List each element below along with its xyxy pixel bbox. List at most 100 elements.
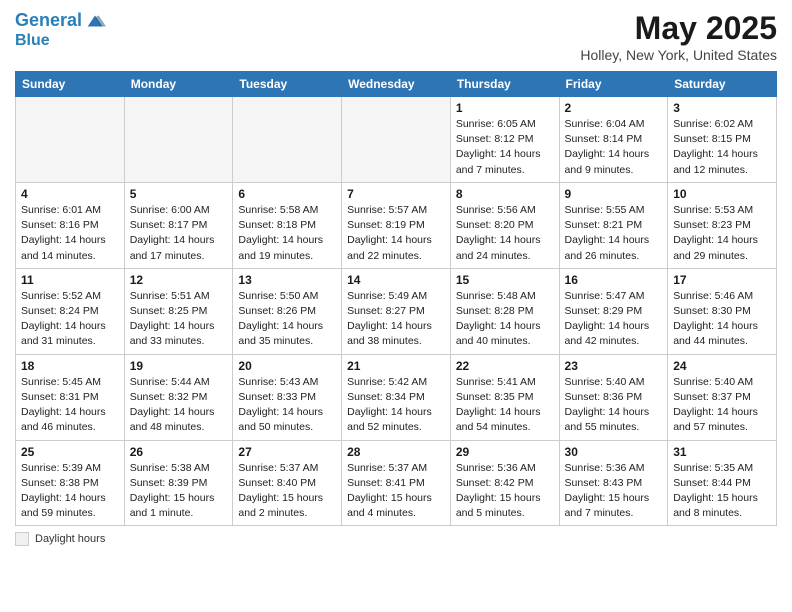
col-wednesday: Wednesday bbox=[342, 72, 451, 97]
table-row: 21 Sunrise: 5:42 AM Sunset: 8:34 PM Dayli… bbox=[342, 354, 451, 440]
cell-content: Sunrise: 5:43 AM Sunset: 8:33 PM Dayligh… bbox=[238, 375, 336, 436]
day-number: 29 bbox=[456, 445, 554, 459]
table-row: 16 Sunrise: 5:47 AM Sunset: 8:29 PM Dayli… bbox=[559, 268, 668, 354]
cell-content: Sunrise: 6:00 AM Sunset: 8:17 PM Dayligh… bbox=[130, 203, 228, 264]
table-row: 6 Sunrise: 5:58 AM Sunset: 8:18 PM Daylig… bbox=[233, 182, 342, 268]
cell-content: Sunrise: 5:37 AM Sunset: 8:40 PM Dayligh… bbox=[238, 461, 336, 522]
day-number: 7 bbox=[347, 187, 445, 201]
table-row: 29 Sunrise: 5:36 AM Sunset: 8:42 PM Dayli… bbox=[450, 440, 559, 526]
day-number: 25 bbox=[21, 445, 119, 459]
day-number: 4 bbox=[21, 187, 119, 201]
day-number: 31 bbox=[673, 445, 771, 459]
day-number: 28 bbox=[347, 445, 445, 459]
table-row: 15Sunrise: 5:48 AM Sunset: 8:28 PM Dayli… bbox=[450, 268, 559, 354]
day-number: 12 bbox=[130, 273, 228, 287]
table-row: 13Sunrise: 5:50 AM Sunset: 8:26 PM Dayli… bbox=[233, 268, 342, 354]
day-number: 3 bbox=[673, 101, 771, 115]
col-monday: Monday bbox=[124, 72, 233, 97]
cell-content: Sunrise: 5:52 AM Sunset: 8:24 PM Dayligh… bbox=[21, 289, 119, 350]
table-row: 4 Sunrise: 6:01 AM Sunset: 8:16 PM Daylig… bbox=[16, 182, 125, 268]
table-row: 2 Sunrise: 6:04 AM Sunset: 8:14 PM Daylig… bbox=[559, 97, 668, 183]
cell-content: Sunrise: 5:49 AM Sunset: 8:27 PM Dayligh… bbox=[347, 289, 445, 350]
day-number: 16 bbox=[565, 273, 663, 287]
col-thursday: Thursday bbox=[450, 72, 559, 97]
day-number: 11 bbox=[21, 273, 119, 287]
table-row: 24 Sunrise: 5:40 AM Sunset: 8:37 PM Dayli… bbox=[668, 354, 777, 440]
day-number: 27 bbox=[238, 445, 336, 459]
cell-content: Sunrise: 6:01 AM Sunset: 8:16 PM Dayligh… bbox=[21, 203, 119, 264]
day-number: 20 bbox=[238, 359, 336, 373]
table-row: 14 Sunrise: 5:49 AM Sunset: 8:27 PM Dayli… bbox=[342, 268, 451, 354]
cell-content: Sunrise: 5:41 AM Sunset: 8:35 PM Dayligh… bbox=[456, 375, 554, 436]
cell-content: Sunrise: 5:53 AM Sunset: 8:23 PM Dayligh… bbox=[673, 203, 771, 264]
day-number: 2 bbox=[565, 101, 663, 115]
cell-content: Sunrise: 5:56 AM Sunset: 8:20 PM Dayligh… bbox=[456, 203, 554, 264]
day-number: 9 bbox=[565, 187, 663, 201]
cell-content: Sunrise: 5:44 AM Sunset: 8:32 PM Dayligh… bbox=[130, 375, 228, 436]
table-row: 23 Sunrise: 5:40 AM Sunset: 8:36 PM Dayli… bbox=[559, 354, 668, 440]
cell-content: Sunrise: 5:50 AM Sunset: 8:26 PM Dayligh… bbox=[238, 289, 336, 350]
subtitle: Holley, New York, United States bbox=[580, 47, 777, 63]
day-number: 6 bbox=[238, 187, 336, 201]
table-row: 25Sunrise: 5:39 AM Sunset: 8:38 PM Dayli… bbox=[16, 440, 125, 526]
cell-content: Sunrise: 6:04 AM Sunset: 8:14 PM Dayligh… bbox=[565, 117, 663, 178]
logo-text: General bbox=[15, 11, 82, 31]
cell-content: Sunrise: 6:05 AM Sunset: 8:12 PM Dayligh… bbox=[456, 117, 554, 178]
cell-content: Sunrise: 5:57 AM Sunset: 8:19 PM Dayligh… bbox=[347, 203, 445, 264]
day-number: 19 bbox=[130, 359, 228, 373]
logo: General Blue bbox=[15, 10, 106, 50]
cell-content: Sunrise: 5:36 AM Sunset: 8:43 PM Dayligh… bbox=[565, 461, 663, 522]
logo-blue-text: Blue bbox=[15, 32, 50, 49]
table-row bbox=[342, 97, 451, 183]
day-number: 26 bbox=[130, 445, 228, 459]
table-row: 18Sunrise: 5:45 AM Sunset: 8:31 PM Dayli… bbox=[16, 354, 125, 440]
table-row: 27 Sunrise: 5:37 AM Sunset: 8:40 PM Dayli… bbox=[233, 440, 342, 526]
cell-content: Sunrise: 5:35 AM Sunset: 8:44 PM Dayligh… bbox=[673, 461, 771, 522]
cell-content: Sunrise: 6:02 AM Sunset: 8:15 PM Dayligh… bbox=[673, 117, 771, 178]
cell-content: Sunrise: 5:36 AM Sunset: 8:42 PM Dayligh… bbox=[456, 461, 554, 522]
day-number: 8 bbox=[456, 187, 554, 201]
day-number: 24 bbox=[673, 359, 771, 373]
cell-content: Sunrise: 5:46 AM Sunset: 8:30 PM Dayligh… bbox=[673, 289, 771, 350]
day-number: 14 bbox=[347, 273, 445, 287]
col-friday: Friday bbox=[559, 72, 668, 97]
cell-content: Sunrise: 5:40 AM Sunset: 8:37 PM Dayligh… bbox=[673, 375, 771, 436]
table-row: 9 Sunrise: 5:55 AM Sunset: 8:21 PM Daylig… bbox=[559, 182, 668, 268]
table-row: 8 Sunrise: 5:56 AM Sunset: 8:20 PM Daylig… bbox=[450, 182, 559, 268]
table-row: 7 Sunrise: 5:57 AM Sunset: 8:19 PM Daylig… bbox=[342, 182, 451, 268]
table-row: 28 Sunrise: 5:37 AM Sunset: 8:41 PM Dayli… bbox=[342, 440, 451, 526]
day-number: 5 bbox=[130, 187, 228, 201]
table-row: 5 Sunrise: 6:00 AM Sunset: 8:17 PM Daylig… bbox=[124, 182, 233, 268]
table-row: 1 Sunrise: 6:05 AM Sunset: 8:12 PM Daylig… bbox=[450, 97, 559, 183]
table-row: 11 Sunrise: 5:52 AM Sunset: 8:24 PM Dayli… bbox=[16, 268, 125, 354]
day-number: 10 bbox=[673, 187, 771, 201]
table-row: 12Sunrise: 5:51 AM Sunset: 8:25 PM Dayli… bbox=[124, 268, 233, 354]
cell-content: Sunrise: 5:40 AM Sunset: 8:36 PM Dayligh… bbox=[565, 375, 663, 436]
table-row: 3 Sunrise: 6:02 AM Sunset: 8:15 PM Daylig… bbox=[668, 97, 777, 183]
daylight-legend-label: Daylight hours bbox=[35, 533, 105, 545]
table-row: 17Sunrise: 5:46 AM Sunset: 8:30 PM Dayli… bbox=[668, 268, 777, 354]
cell-content: Sunrise: 5:37 AM Sunset: 8:41 PM Dayligh… bbox=[347, 461, 445, 522]
cell-content: Sunrise: 5:58 AM Sunset: 8:18 PM Dayligh… bbox=[238, 203, 336, 264]
table-row bbox=[16, 97, 125, 183]
day-number: 1 bbox=[456, 101, 554, 115]
cell-content: Sunrise: 5:47 AM Sunset: 8:29 PM Dayligh… bbox=[565, 289, 663, 350]
cell-content: Sunrise: 5:42 AM Sunset: 8:34 PM Dayligh… bbox=[347, 375, 445, 436]
page: General Blue May 2025 Holley, New York, … bbox=[0, 0, 792, 556]
col-sunday: Sunday bbox=[16, 72, 125, 97]
cell-content: Sunrise: 5:38 AM Sunset: 8:39 PM Dayligh… bbox=[130, 461, 228, 522]
cell-content: Sunrise: 5:55 AM Sunset: 8:21 PM Dayligh… bbox=[565, 203, 663, 264]
table-row: 30Sunrise: 5:36 AM Sunset: 8:43 PM Dayli… bbox=[559, 440, 668, 526]
col-saturday: Saturday bbox=[668, 72, 777, 97]
table-row bbox=[233, 97, 342, 183]
day-number: 21 bbox=[347, 359, 445, 373]
footer: Daylight hours bbox=[15, 532, 777, 546]
day-number: 23 bbox=[565, 359, 663, 373]
table-row: 26 Sunrise: 5:38 AM Sunset: 8:39 PM Dayli… bbox=[124, 440, 233, 526]
table-row bbox=[124, 97, 233, 183]
header: General Blue May 2025 Holley, New York, … bbox=[15, 10, 777, 63]
calendar: Sunday Monday Tuesday Wednesday Thursday… bbox=[15, 71, 777, 526]
cell-content: Sunrise: 5:45 AM Sunset: 8:31 PM Dayligh… bbox=[21, 375, 119, 436]
table-row: 10 Sunrise: 5:53 AM Sunset: 8:23 PM Dayli… bbox=[668, 182, 777, 268]
daylight-legend-box bbox=[15, 532, 29, 546]
